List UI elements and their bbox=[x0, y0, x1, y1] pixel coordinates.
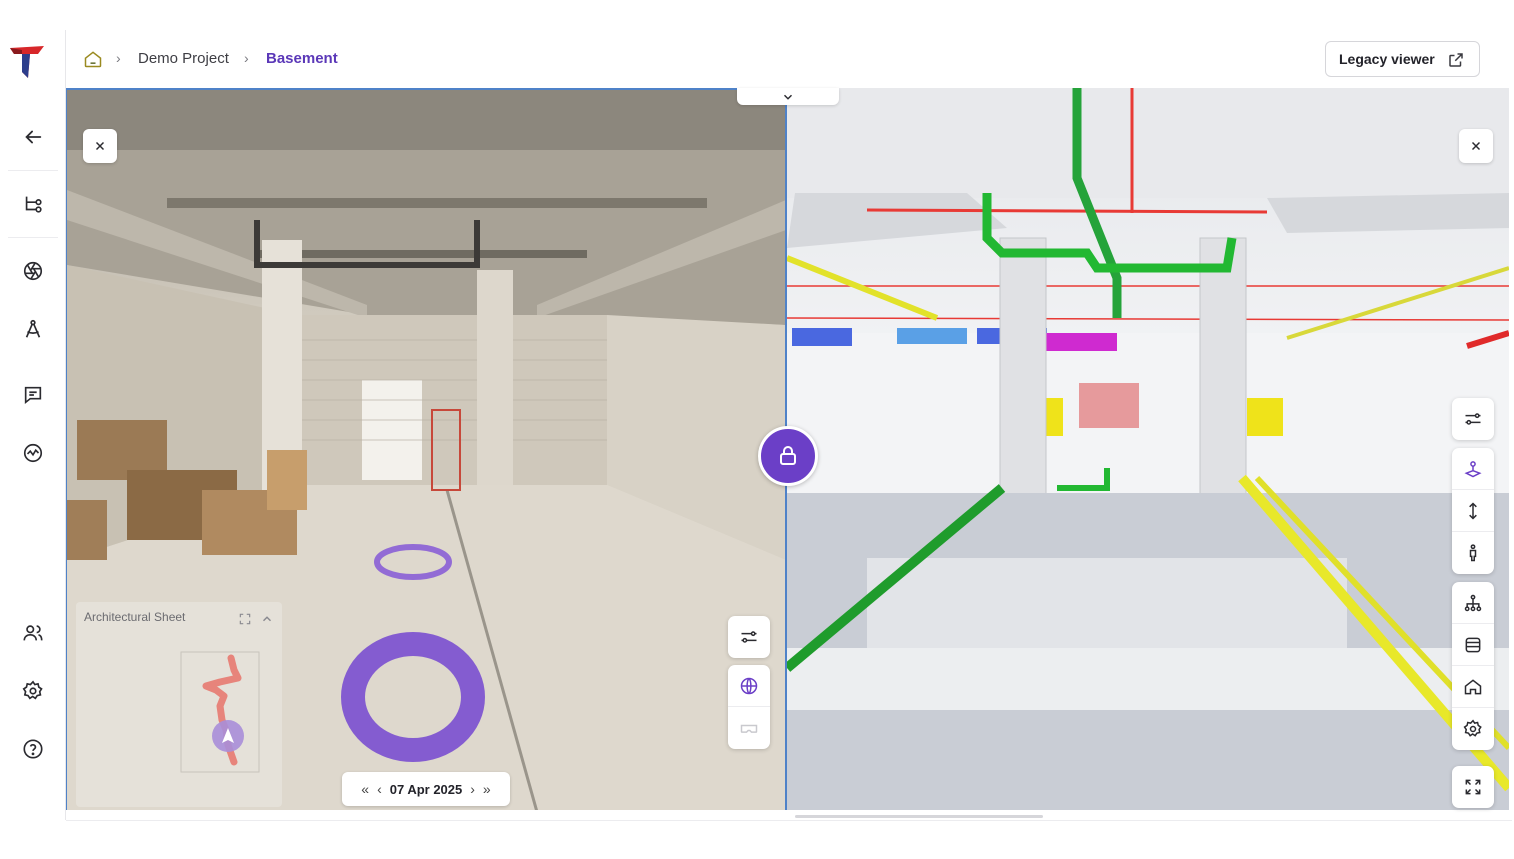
prev-date-button[interactable]: ‹ bbox=[377, 781, 382, 797]
aperture-icon bbox=[23, 261, 43, 281]
sliders-icon bbox=[741, 631, 757, 643]
capture-date-label[interactable]: 07 Apr 2025 bbox=[390, 782, 463, 797]
elevation-button[interactable] bbox=[1452, 490, 1494, 532]
gear-icon bbox=[1463, 719, 1482, 737]
legacy-viewer-label: Legacy viewer bbox=[1339, 51, 1435, 67]
globe-icon bbox=[740, 677, 758, 694]
home-crumb[interactable] bbox=[83, 49, 103, 69]
sidebar-divider bbox=[8, 237, 58, 238]
bottom-divider bbox=[66, 820, 1512, 821]
left-tools-top bbox=[728, 616, 770, 658]
sidebar-item-capture[interactable] bbox=[16, 254, 50, 288]
panorama-mode-button[interactable] bbox=[728, 665, 770, 707]
sidebar-item-users[interactable] bbox=[16, 616, 50, 650]
sidebar-item-help[interactable] bbox=[16, 732, 50, 766]
hierarchy-icon bbox=[25, 196, 42, 213]
floor-plan-path bbox=[180, 651, 260, 773]
viewer-settings-button[interactable] bbox=[1452, 708, 1494, 750]
model-tree-button[interactable] bbox=[1452, 582, 1494, 624]
collapse-panel-tab[interactable] bbox=[737, 88, 839, 105]
minimap-panel[interactable]: Architectural Sheet bbox=[76, 602, 282, 807]
first-person-button[interactable] bbox=[1452, 532, 1494, 574]
sync-lock-button[interactable] bbox=[758, 426, 818, 486]
app-logo[interactable] bbox=[8, 42, 48, 82]
home-view-button[interactable] bbox=[1452, 666, 1494, 708]
legacy-viewer-button[interactable]: Legacy viewer bbox=[1325, 41, 1480, 77]
vr-mode-button[interactable] bbox=[728, 707, 770, 749]
chevron-up-icon[interactable] bbox=[260, 612, 274, 626]
first-date-button[interactable]: « bbox=[361, 781, 369, 797]
navigation-mode-button[interactable] bbox=[1452, 448, 1494, 490]
comment-icon bbox=[24, 386, 42, 405]
lock-icon bbox=[780, 446, 796, 465]
fullscreen-icon bbox=[1465, 779, 1481, 795]
header: › Demo Project › Basement Legacy viewer bbox=[67, 30, 1513, 88]
right-tools-model bbox=[1452, 582, 1494, 750]
properties-button[interactable] bbox=[1452, 624, 1494, 666]
horizontal-scrollbar[interactable] bbox=[795, 815, 1043, 818]
sidebar-divider bbox=[8, 170, 58, 171]
capture-date-selector: « ‹ 07 Apr 2025 › » bbox=[342, 772, 510, 806]
right-tools-filter bbox=[1452, 398, 1494, 440]
elevation-icon bbox=[1469, 501, 1477, 520]
close-left-pane-button[interactable] bbox=[83, 129, 117, 163]
external-link-icon bbox=[1449, 53, 1463, 67]
chevron-down-icon bbox=[783, 94, 793, 100]
sidebar-item-comments[interactable] bbox=[16, 378, 50, 412]
compass-icon bbox=[25, 319, 41, 338]
activity-icon bbox=[23, 443, 43, 463]
person-icon bbox=[1469, 544, 1477, 562]
back-arrow-icon bbox=[25, 130, 42, 144]
expand-icon[interactable] bbox=[238, 612, 252, 626]
sidebar-item-compass[interactable] bbox=[16, 312, 50, 346]
back-button[interactable] bbox=[16, 120, 50, 154]
bim-model-view[interactable] bbox=[787, 88, 1509, 810]
next-date-button[interactable]: › bbox=[470, 781, 475, 797]
sliders-icon bbox=[1465, 413, 1481, 425]
layers-icon bbox=[1465, 637, 1481, 652]
model-filter-button[interactable] bbox=[1452, 398, 1494, 440]
fullscreen-button[interactable] bbox=[1452, 766, 1494, 808]
chevron-right-icon: › bbox=[244, 50, 249, 66]
help-icon bbox=[23, 739, 43, 759]
left-tools-bottom bbox=[728, 665, 770, 749]
joystick-icon bbox=[1464, 460, 1482, 477]
settings-icon bbox=[22, 680, 43, 700]
sidebar-item-hierarchy[interactable] bbox=[16, 187, 50, 221]
breadcrumb-project[interactable]: Demo Project bbox=[138, 50, 229, 67]
minimap-title: Architectural Sheet bbox=[84, 610, 186, 624]
right-tools-nav bbox=[1452, 448, 1494, 574]
close-right-pane-button[interactable] bbox=[1459, 129, 1493, 163]
close-icon bbox=[1471, 141, 1481, 151]
sidebar-item-settings[interactable] bbox=[16, 674, 50, 708]
right-tools-fullscreen bbox=[1452, 766, 1494, 808]
sidebar bbox=[0, 30, 66, 820]
close-icon bbox=[95, 141, 105, 151]
tree-icon bbox=[1464, 594, 1482, 611]
breadcrumb-current[interactable]: Basement bbox=[266, 50, 338, 67]
last-date-button[interactable]: » bbox=[483, 781, 491, 797]
app-root: › Demo Project › Basement Legacy viewer bbox=[0, 0, 1514, 859]
home-icon bbox=[1464, 678, 1482, 694]
vr-headset-icon bbox=[740, 724, 758, 733]
users-icon bbox=[23, 625, 43, 641]
sidebar-item-activity[interactable] bbox=[16, 436, 50, 470]
bim-render bbox=[787, 88, 1509, 810]
chevron-right-icon: › bbox=[116, 50, 121, 66]
home-icon bbox=[84, 51, 102, 68]
filter-button[interactable] bbox=[728, 616, 770, 658]
